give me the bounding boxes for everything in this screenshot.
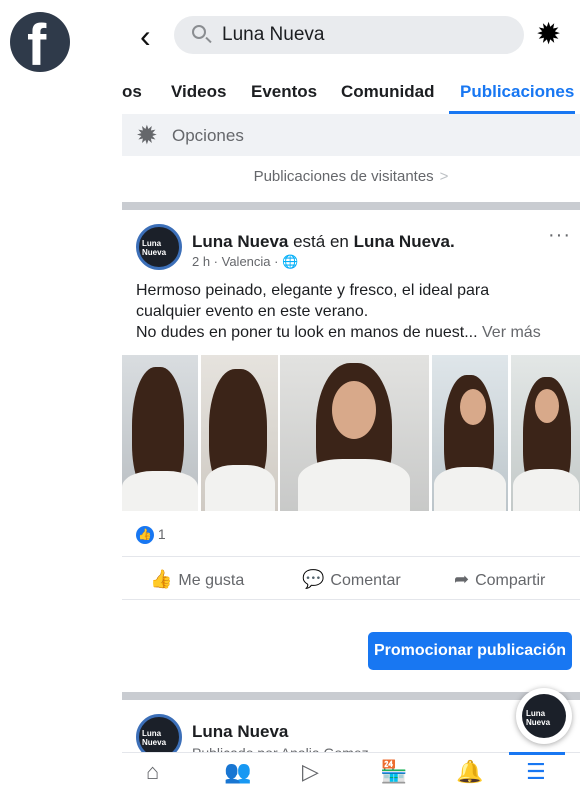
- chevron-left-icon[interactable]: ‹: [140, 20, 151, 52]
- tab-comunidad[interactable]: Comunidad: [341, 82, 435, 102]
- search-icon: [192, 25, 206, 39]
- visitor-posts-label: Publicaciones de visitantes: [253, 168, 434, 185]
- post-author[interactable]: Luna Nueva: [192, 232, 288, 251]
- bottom-navigation: ⌂ 👥 ▷ 🏪 🔔 ☰: [122, 752, 580, 792]
- promote-post-button[interactable]: Promocionar publicación: [368, 632, 572, 670]
- gallery-photo[interactable]: [511, 355, 580, 511]
- visitor-posts-link[interactable]: Publicaciones de visitantes >: [122, 160, 580, 196]
- gallery-photo[interactable]: [122, 355, 198, 511]
- post-text-line: No dudes en poner tu look en manos de nu…: [136, 324, 541, 341]
- tab-videos[interactable]: Videos: [171, 82, 226, 102]
- gallery-photo[interactable]: [201, 355, 278, 511]
- share-button[interactable]: ➦ Compartir: [454, 569, 545, 590]
- notifications-icon[interactable]: 🔔: [456, 759, 483, 785]
- top-bar: ‹ Luna Nueva ✹: [122, 0, 580, 70]
- post-text-line: cualquier evento en este verano.: [136, 303, 369, 320]
- options-label: Opciones: [172, 126, 244, 145]
- gallery-photo[interactable]: [280, 355, 429, 511]
- post-connector: está en: [293, 232, 349, 251]
- see-more-link[interactable]: Ver más: [482, 324, 541, 341]
- marketplace-icon[interactable]: 🏪: [380, 759, 407, 785]
- post-place[interactable]: Luna Nueva.: [354, 232, 455, 251]
- menu-icon[interactable]: ☰: [526, 759, 546, 785]
- gear-icon: ✹: [136, 120, 158, 150]
- tab-fotos[interactable]: os: [122, 82, 142, 102]
- comment-icon: 💬: [302, 569, 325, 589]
- share-icon: ➦: [454, 569, 470, 589]
- home-icon[interactable]: ⌂: [146, 759, 159, 785]
- gallery-photo[interactable]: [432, 355, 508, 511]
- facebook-logo-icon: f: [10, 12, 70, 76]
- reaction-summary[interactable]: 👍 1: [136, 526, 166, 545]
- post-header: Luna Nueva está en Luna Nueva.: [192, 232, 455, 252]
- page-tabs: os Videos Eventos Comunidad Publicacione…: [122, 72, 580, 114]
- active-nav-indicator: [509, 752, 565, 755]
- avatar[interactable]: Luna Nueva: [136, 224, 182, 270]
- reaction-count: 1: [157, 526, 166, 542]
- thumbs-up-icon: 👍: [136, 526, 154, 545]
- like-button[interactable]: 👍 Me gusta: [150, 569, 244, 590]
- chevron-right-icon: >: [439, 168, 449, 185]
- more-options-icon[interactable]: ···: [548, 224, 571, 247]
- post-author[interactable]: Luna Nueva: [192, 722, 288, 742]
- post-timestamp: 2 h · Valencia ·: [192, 254, 283, 269]
- watch-icon[interactable]: ▷: [302, 759, 319, 785]
- post-actions: 👍 Me gusta 💬 Comentar ➦ Compartir: [122, 556, 580, 600]
- gear-icon[interactable]: ✹: [536, 20, 561, 50]
- post-text-line: Hermoso peinado, elegante y fresco, el i…: [136, 282, 490, 299]
- section-divider: [122, 692, 580, 700]
- thumbs-up-icon: 👍: [150, 569, 173, 589]
- photo-gallery: [122, 355, 580, 511]
- search-bar[interactable]: Luna Nueva: [174, 16, 524, 54]
- post-body: Hermoso peinado, elegante y fresco, el i…: [136, 280, 576, 343]
- comment-button[interactable]: 💬 Comentar: [302, 569, 401, 590]
- section-divider: [122, 202, 580, 210]
- friends-icon[interactable]: 👥: [224, 759, 251, 785]
- options-bar[interactable]: ✹ Opciones: [122, 114, 580, 156]
- post-meta: 2 h · Valencia · 🌐: [192, 254, 298, 270]
- mobile-screen: ‹ Luna Nueva ✹ os Videos Eventos Comunid…: [122, 0, 580, 792]
- tab-publicaciones[interactable]: Publicaciones: [460, 82, 574, 102]
- globe-icon: 🌐: [282, 254, 299, 269]
- page-avatar-bubble[interactable]: Luna Nueva: [516, 688, 572, 744]
- search-query[interactable]: Luna Nueva: [222, 24, 324, 46]
- tab-eventos[interactable]: Eventos: [251, 82, 317, 102]
